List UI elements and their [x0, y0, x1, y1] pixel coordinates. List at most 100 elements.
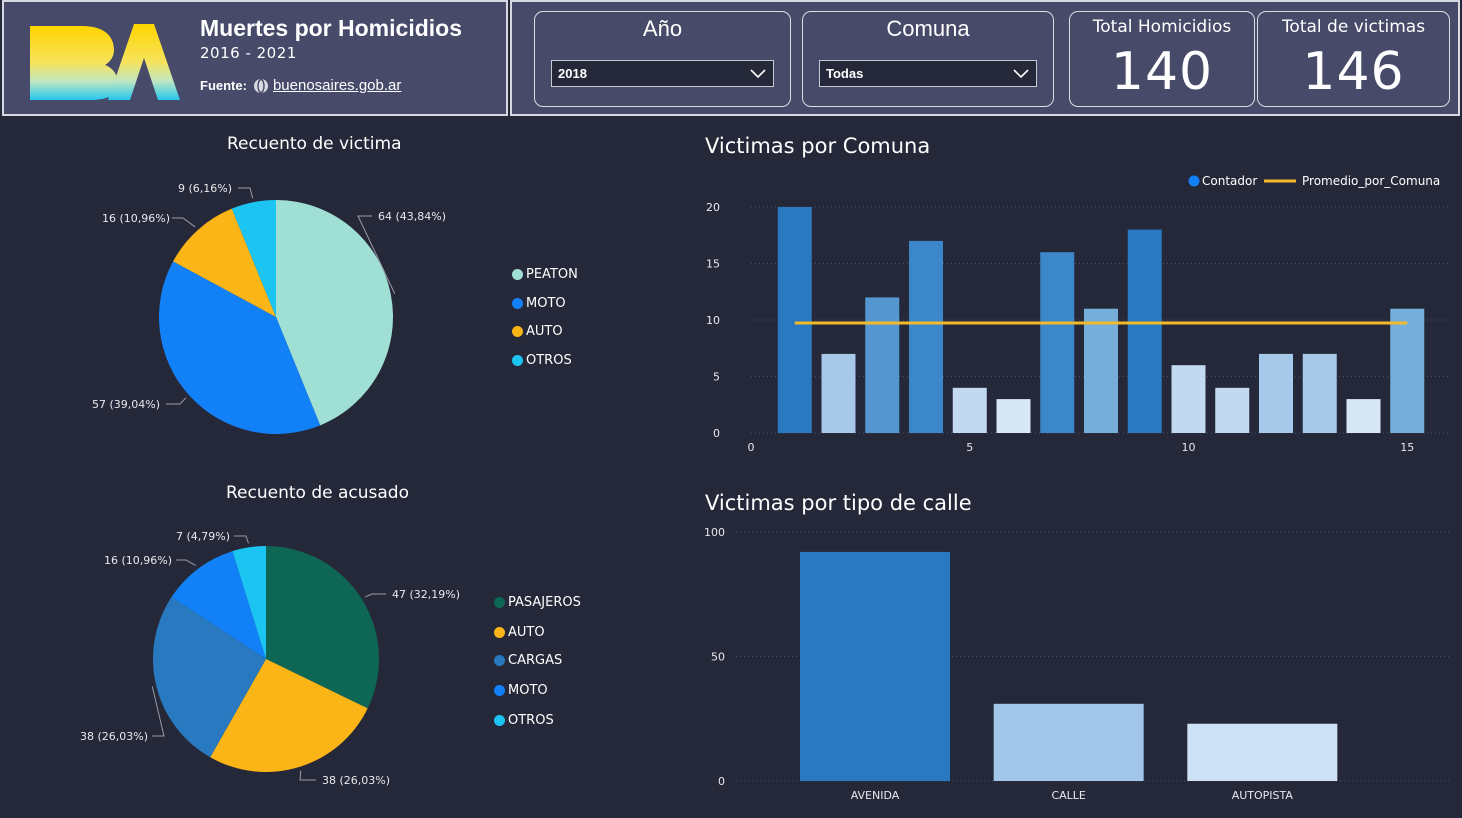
- bar-comuna-15[interactable]: [1390, 308, 1425, 433]
- pie-acusado-legend-label: PASAJEROS: [508, 595, 581, 610]
- pie-acusado-data-label: 38 (26,03%): [80, 730, 148, 743]
- globe-icon: [253, 78, 268, 93]
- pie-acusado-legend-item[interactable]: MOTO: [494, 683, 548, 698]
- pie-acusado-legend-marker: [494, 626, 505, 638]
- pie-acusado-legend-label: AUTO: [508, 624, 545, 640]
- kpi-homicidios-card: Total Homicidios 140: [1069, 11, 1255, 107]
- pie-acusado-data-label: 16 (10,96%): [104, 554, 172, 567]
- pie-victima-legend-item[interactable]: PEATON: [512, 267, 578, 282]
- legend-marker-contador: [1188, 175, 1200, 187]
- pie-victima-data-label: 64 (43,84%): [378, 210, 446, 223]
- header-title-panel: Muertes por Homicidios 2016 - 2021 Fuent…: [2, 0, 508, 116]
- bar-calle-avenida[interactable]: [800, 551, 950, 781]
- kpi-victimas-value: 146: [1302, 42, 1405, 102]
- bar-comuna-9[interactable]: [1127, 229, 1162, 433]
- x-tick-label: 0: [748, 441, 755, 454]
- pie-victima-legend-label: AUTO: [526, 324, 563, 340]
- pie-victima-legend-item[interactable]: OTROS: [512, 353, 572, 368]
- pie-acusado-legend-item[interactable]: OTROS: [494, 713, 554, 728]
- chevron-down-icon: [750, 69, 766, 79]
- y-tick-label: 10: [706, 314, 720, 327]
- bar-calle-autopista[interactable]: [1187, 723, 1338, 781]
- comuna-filter-title: Comuna: [886, 16, 970, 41]
- bar-comuna-11[interactable]: [1215, 387, 1250, 433]
- bar-calle-chart: 0 50 100 AVENIDA CALLE AUTOPISTA: [704, 526, 1451, 802]
- y-tick-label: 50: [711, 651, 725, 664]
- pie-victima-data-label: 57 (39,04%): [92, 398, 160, 411]
- bar-comuna-2[interactable]: [821, 353, 856, 433]
- y-tick-label: 15: [706, 258, 720, 271]
- pie-acusado-legend-marker: [494, 715, 505, 727]
- kpi-homicidios-title: Total Homicidios: [1092, 17, 1232, 37]
- bar-comuna-14[interactable]: [1346, 399, 1381, 433]
- pie-acusado-legend-marker: [494, 655, 505, 666]
- comuna-filter-card: Comuna Todas: [802, 11, 1054, 107]
- pie-acusado-legend-item[interactable]: AUTO: [494, 625, 545, 640]
- pie-acusado-leader-line: [364, 593, 386, 598]
- comuna-dropdown-value: Todas: [826, 66, 864, 81]
- pie-victima-title: Recuento de victima: [227, 134, 402, 154]
- bar-comuna-7[interactable]: [1040, 252, 1075, 433]
- pie-victima-data-label: 16 (10,96%): [102, 212, 170, 225]
- y-tick-label: 20: [706, 201, 720, 214]
- pie-acusado-leader-line: [299, 770, 316, 781]
- pie-acusado-legend-label: MOTO: [508, 682, 548, 698]
- pie-victima-legend-label: PEATON: [526, 267, 578, 282]
- bar-comuna-5[interactable]: [952, 387, 987, 433]
- pie-acusado-data-label: 7 (4,79%): [176, 530, 230, 543]
- pie-acusado-data-label: 47 (32,19%): [392, 588, 460, 601]
- year-range: 2016 - 2021: [200, 44, 297, 62]
- comuna-dropdown[interactable]: Todas: [819, 60, 1037, 87]
- x-tick-label: 10: [1182, 441, 1196, 454]
- pie-acusado-legend-item[interactable]: CARGAS: [494, 653, 562, 668]
- ba-logo: [30, 24, 180, 100]
- bar-comuna-13[interactable]: [1302, 353, 1337, 433]
- y-tick-label: 100: [704, 526, 725, 539]
- pie-acusado-legend-label: CARGAS: [508, 653, 563, 668]
- bar-calle-title: Victimas por tipo de calle: [705, 491, 972, 515]
- pie-victima-legend-item[interactable]: AUTO: [512, 324, 563, 339]
- source-link[interactable]: buenosaires.gob.ar: [273, 77, 401, 94]
- dashboard-title: Muertes por Homicidios: [200, 15, 462, 41]
- bar-calle-calle[interactable]: [993, 703, 1144, 781]
- pie-acusado-legend-marker: [494, 597, 505, 608]
- bar-comuna-6[interactable]: [996, 399, 1031, 433]
- chevron-down-icon: [1013, 69, 1029, 79]
- year-dropdown-value: 2018: [558, 66, 587, 81]
- legend-label-contador: Contador: [1202, 174, 1257, 188]
- source-line: Fuente: buenosaires.gob.ar: [200, 77, 401, 94]
- kpi-homicidios-value: 140: [1110, 42, 1214, 102]
- pie-acusado-data-label: 38 (26,03%): [322, 774, 390, 787]
- x-tick-label: 5: [966, 441, 973, 454]
- pie-victima-leader-line: [238, 187, 254, 199]
- bar-comuna-10[interactable]: [1171, 365, 1206, 433]
- bar-comuna-12[interactable]: [1259, 353, 1293, 433]
- pie-victima-leader-line: [166, 397, 187, 405]
- x-tick-label: CALLE: [1051, 789, 1085, 802]
- pie-acusado-leader-line: [234, 535, 249, 544]
- bar-comuna-1[interactable]: [777, 207, 812, 433]
- bar-comuna-4[interactable]: [909, 240, 943, 433]
- pie-victima-legend-marker: [512, 298, 523, 309]
- bar-comuna-title: Victimas por Comuna: [705, 134, 931, 158]
- x-tick-label: 15: [1400, 441, 1414, 454]
- y-tick-label: 0: [718, 775, 725, 788]
- pie-victima-legend-item[interactable]: MOTO: [512, 296, 566, 311]
- x-tick-label: AVENIDA: [851, 789, 900, 802]
- pie-victima-legend-label: OTROS: [526, 353, 572, 369]
- y-tick-label: 5: [713, 371, 720, 384]
- pie-acusado-legend-marker: [494, 684, 505, 696]
- pie-acusado-legend-label: OTROS: [508, 713, 554, 729]
- pie-victima-data-label: 9 (6,16%): [178, 182, 232, 195]
- dashboard: Muertes por Homicidios 2016 - 2021 Fuent…: [0, 0, 1462, 818]
- year-filter-card: Año 2018: [534, 11, 791, 107]
- bar-comuna-chart: 0 5 10 15 20 0 5 10 15 Contador Promedio_por_Comun…: [706, 174, 1451, 454]
- year-dropdown[interactable]: 2018: [551, 60, 774, 87]
- pie-acusado-leader-line: [176, 559, 196, 566]
- legend-label-promedio: Promedio_por_Comuna: [1302, 174, 1440, 188]
- pie-acusado-legend-item[interactable]: PASAJEROS: [494, 595, 581, 610]
- header-filters-panel: Año 2018 Comuna Todas Total Homicidios 1…: [510, 0, 1460, 116]
- pie-victima-legend-marker: [512, 326, 523, 338]
- bar-comuna-8[interactable]: [1084, 308, 1118, 433]
- bar-comuna-3[interactable]: [865, 297, 900, 433]
